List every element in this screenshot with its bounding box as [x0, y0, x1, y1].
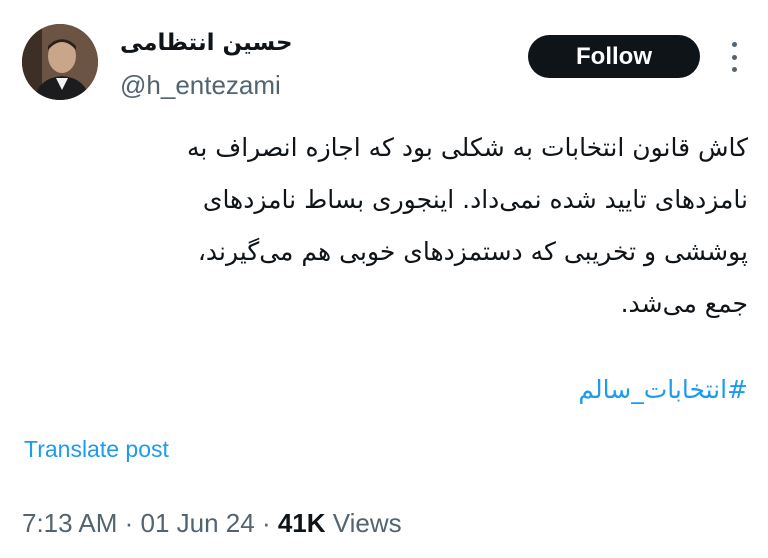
author-handle[interactable]: @h_entezami [120, 70, 281, 101]
tweet-text-line: پوششی و تخریبی که دستمزدهای خوبی هم می‌گ… [197, 237, 748, 266]
author-display-name[interactable]: حسین انتظامی [120, 30, 293, 56]
tweet-text-line: کاش قانون انتخابات به شکلی بود که اجازه … [187, 133, 748, 162]
tweet-text: کاش قانون انتخابات به شکلی بود که اجازه … [24, 122, 748, 330]
follow-button[interactable]: Follow [528, 35, 700, 78]
tweet-meta: 7:13 AM · 01 Jun 24 · 41K Views [22, 508, 402, 539]
views-label: Views [325, 508, 402, 538]
meta-separator: · [117, 508, 141, 538]
post-date[interactable]: 01 Jun 24 [141, 508, 255, 538]
post-time[interactable]: 7:13 AM [22, 508, 117, 538]
tweet-text-line: جمع می‌شد. [620, 289, 748, 318]
profile-photo [22, 24, 98, 100]
hashtag-link[interactable]: #انتخابات_سالم [24, 370, 748, 410]
meta-separator: · [254, 508, 278, 538]
avatar[interactable] [22, 24, 98, 100]
translate-post-link[interactable]: Translate post [24, 436, 169, 463]
tweet-text-line: نامزدهای تایید شده نمی‌داد. اینجوری بساط… [202, 185, 748, 214]
more-vertical-icon[interactable] [724, 42, 744, 72]
views-count: 41K [277, 508, 326, 538]
